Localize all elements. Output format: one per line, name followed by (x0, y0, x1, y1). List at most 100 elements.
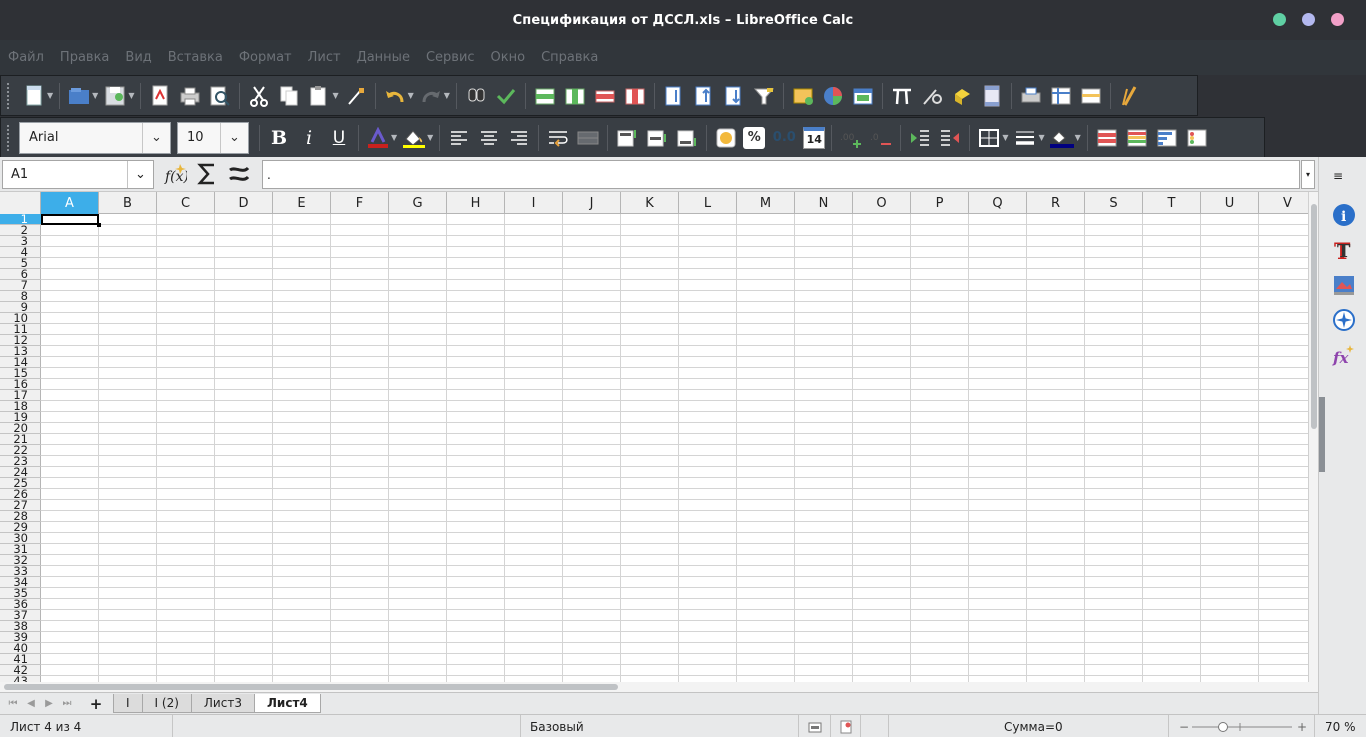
sheet-tab[interactable]: I (113, 694, 143, 713)
navigator-icon[interactable] (1332, 308, 1356, 332)
sheet-tab-active[interactable]: Лист4 (253, 694, 321, 713)
sort-descending-icon[interactable] (721, 83, 747, 109)
increase-indent-icon[interactable] (907, 125, 933, 151)
bold-button[interactable]: B (266, 125, 292, 151)
clone-formatting-icon[interactable] (343, 83, 369, 109)
zoom-slider[interactable] (1192, 715, 1292, 737)
background-color-dropdown-icon[interactable]: ▼ (427, 133, 433, 142)
undo-icon[interactable] (382, 83, 408, 109)
menu-insert[interactable]: Вставка (168, 50, 223, 65)
maximize-button[interactable] (1302, 13, 1315, 26)
formula-icon[interactable] (226, 161, 252, 187)
border-style-icon[interactable] (1012, 125, 1038, 151)
border-color-icon[interactable] (1049, 125, 1075, 151)
split-window-icon[interactable] (1078, 83, 1104, 109)
font-color-icon[interactable] (365, 125, 391, 151)
column-header[interactable]: D (215, 192, 273, 214)
save-dropdown-icon[interactable]: ▼ (128, 91, 134, 100)
conditional-format-icon[interactable] (1094, 125, 1120, 151)
new-dropdown-icon[interactable]: ▼ (47, 91, 53, 100)
currency-format-icon[interactable] (713, 125, 739, 151)
column-header[interactable]: C (157, 192, 215, 214)
align-left-icon[interactable] (446, 125, 472, 151)
open-dropdown-icon[interactable]: ▼ (92, 91, 98, 100)
column-header[interactable]: G (389, 192, 447, 214)
print-preview-icon[interactable] (207, 83, 233, 109)
align-vertical-center-icon[interactable] (644, 125, 670, 151)
align-bottom-icon[interactable] (674, 125, 700, 151)
italic-button[interactable]: i (296, 125, 322, 151)
insert-pivot-table-icon[interactable] (850, 83, 876, 109)
show-draw-functions-icon[interactable] (1117, 83, 1143, 109)
selection-sum[interactable]: Сумма=0 (1004, 715, 1063, 737)
merge-cells-icon[interactable] (575, 125, 601, 151)
spelling-icon[interactable] (493, 83, 519, 109)
cell-area[interactable] (41, 214, 1308, 682)
first-sheet-icon[interactable]: ⏮ (4, 698, 22, 709)
horizontal-scroll-thumb[interactable] (4, 684, 618, 690)
delete-column-icon[interactable] (622, 83, 648, 109)
hyperlink-icon[interactable] (919, 83, 945, 109)
formula-input[interactable]: . (262, 160, 1300, 189)
export-pdf-icon[interactable] (147, 83, 173, 109)
decrease-indent-icon[interactable] (937, 125, 963, 151)
select-all-corner[interactable] (0, 192, 41, 214)
copy-icon[interactable] (276, 83, 302, 109)
last-sheet-icon[interactable]: ⏭ (58, 698, 76, 709)
selection-mode-icon[interactable] (808, 715, 822, 737)
menu-sheet[interactable]: Лист (308, 50, 341, 65)
add-sheet-button[interactable]: + (86, 695, 106, 713)
column-header[interactable]: P (911, 192, 969, 214)
add-decimal-place-icon[interactable]: .00 (838, 125, 864, 151)
align-top-icon[interactable] (614, 125, 640, 151)
column-header[interactable]: I (505, 192, 563, 214)
align-center-icon[interactable] (476, 125, 502, 151)
paste-icon[interactable] (306, 83, 332, 109)
autofilter-icon[interactable] (751, 83, 777, 109)
open-icon[interactable] (66, 83, 92, 109)
borders-icon[interactable] (976, 125, 1002, 151)
chevron-down-icon[interactable]: ⌄ (220, 122, 248, 153)
function-wizard-icon[interactable]: f(x) (162, 161, 188, 187)
spreadsheet-grid[interactable]: ABCDEFGHIJKLMNOPQRSTUV 1 2 3 4 5 6 7 8 9 10 11 12 13… (0, 192, 1318, 682)
paste-dropdown-icon[interactable]: ▼ (332, 91, 338, 100)
background-color-icon[interactable] (401, 125, 427, 151)
color-scale-icon[interactable] (1124, 125, 1150, 151)
cut-icon[interactable] (246, 83, 272, 109)
minimize-button[interactable] (1273, 13, 1286, 26)
column-header[interactable]: E (273, 192, 331, 214)
column-header[interactable]: Q (969, 192, 1027, 214)
insert-chart-icon[interactable] (820, 83, 846, 109)
gallery-icon[interactable] (1332, 273, 1356, 297)
vertical-scrollbar[interactable] (1308, 192, 1318, 682)
zoom-percent[interactable]: 70 % (1325, 715, 1356, 737)
menu-file[interactable]: Файл (8, 50, 44, 65)
special-character-icon[interactable] (889, 83, 915, 109)
save-icon[interactable] (102, 83, 128, 109)
column-icon[interactable] (562, 83, 588, 109)
column-header[interactable]: T (1143, 192, 1201, 214)
zoom-in-button[interactable]: + (1297, 715, 1307, 737)
headers-footers-icon[interactable] (979, 83, 1005, 109)
freeze-rows-columns-icon[interactable] (1048, 83, 1074, 109)
menu-tools[interactable]: Сервис (426, 50, 475, 65)
font-name-box[interactable]: Arial ⌄ (19, 121, 171, 154)
menu-view[interactable]: Вид (125, 50, 151, 65)
redo-icon[interactable] (418, 83, 444, 109)
menu-window[interactable]: Окно (491, 50, 526, 65)
delete-decimal-place-icon[interactable]: .0 (868, 125, 894, 151)
sum-icon[interactable] (194, 161, 220, 187)
column-header[interactable]: B (99, 192, 157, 214)
border-color-dropdown-icon[interactable]: ▼ (1075, 133, 1081, 142)
menu-help[interactable]: Справка (541, 50, 598, 65)
styles-icon[interactable]: TT (1332, 238, 1356, 262)
font-size-box[interactable]: 10 ⌄ (177, 121, 249, 154)
column-header[interactable]: U (1201, 192, 1259, 214)
vertical-scroll-thumb[interactable] (1311, 204, 1317, 429)
expand-formula-bar-icon[interactable]: ▾ (1301, 160, 1315, 189)
column-header[interactable]: R (1027, 192, 1085, 214)
border-style-dropdown-icon[interactable]: ▼ (1038, 133, 1044, 142)
column-header[interactable]: S (1085, 192, 1143, 214)
insert-image-icon[interactable] (790, 83, 816, 109)
find-replace-icon[interactable] (463, 83, 489, 109)
